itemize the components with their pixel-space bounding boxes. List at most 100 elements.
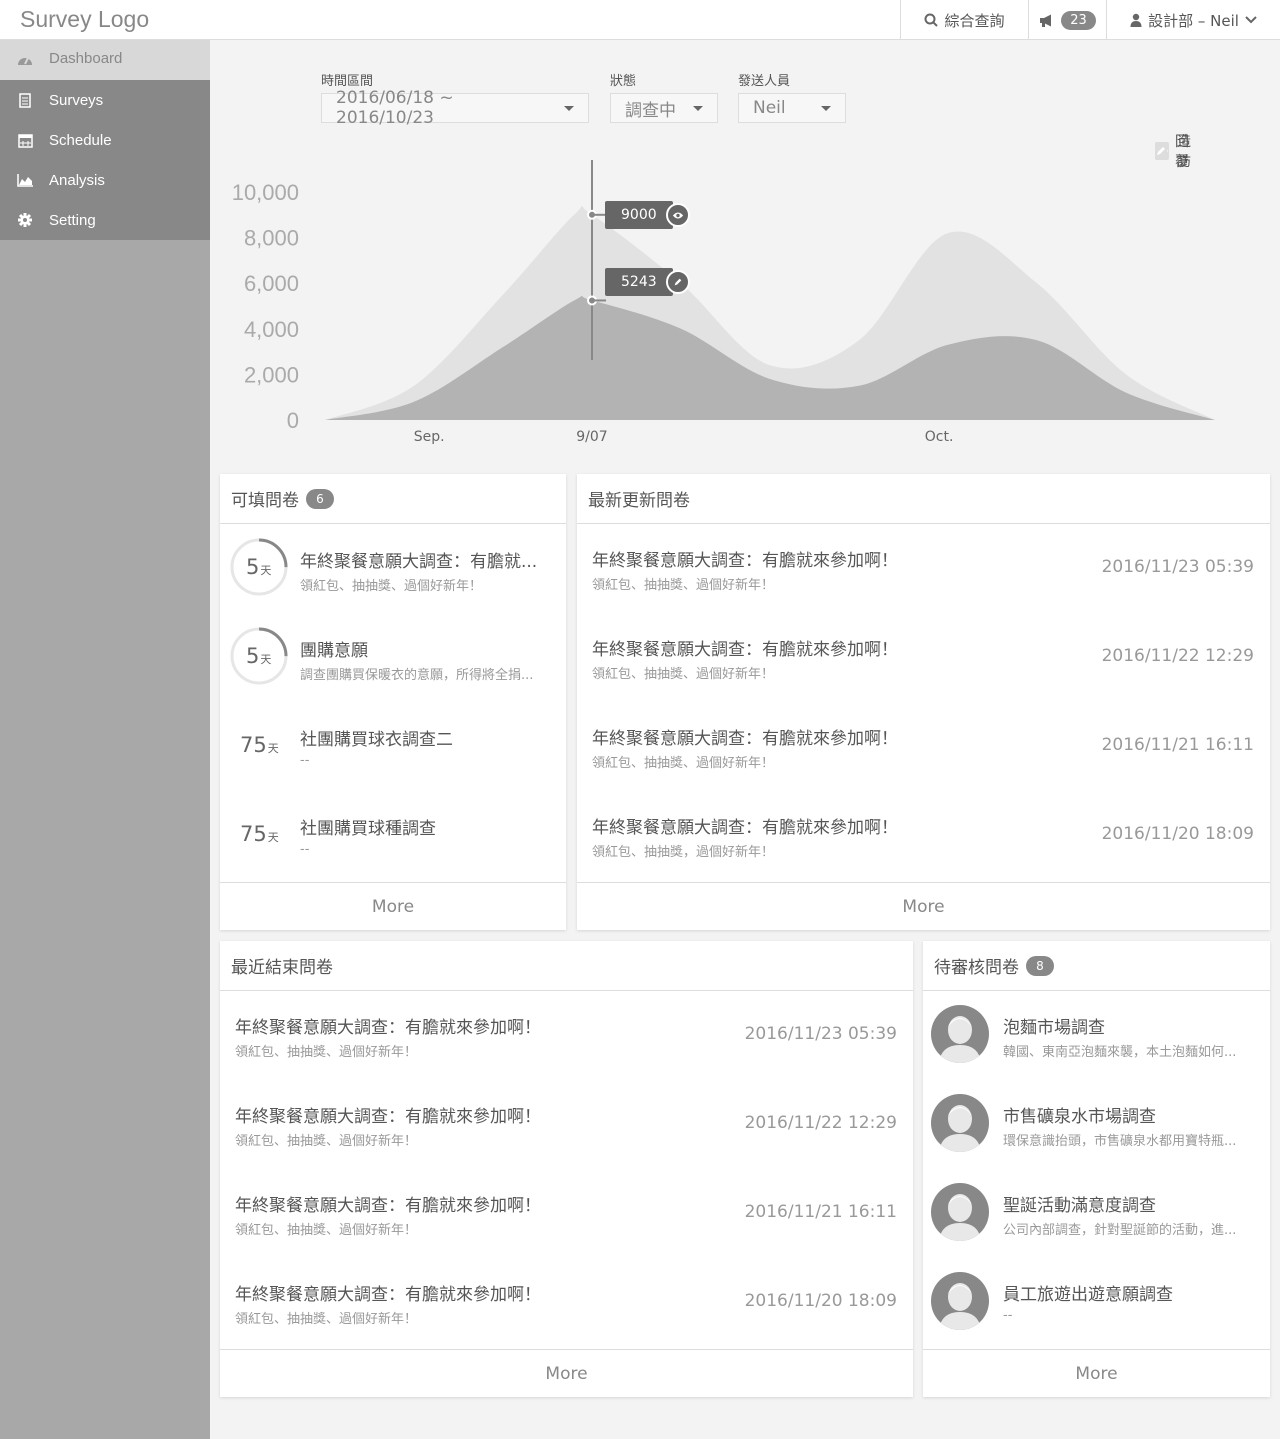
survey-description: 領紅包、抽抽獎、過個好新年！ [300, 579, 483, 594]
survey-description: 領紅包、抽抽獎、過個好新年！ [235, 1223, 418, 1238]
pending-review-card: 待審核問卷 8 泡麵市場調查 韓國、東南亞泡麵來襲，本土泡麵如何... 市售礦泉水市… [923, 941, 1270, 1397]
sidebar-item-schedule[interactable]: Schedule [0, 120, 210, 160]
more-button[interactable]: More [220, 882, 566, 930]
survey-list-item[interactable]: 市售礦泉水市場調查 環保意識抬頭，市售礦泉水都用寶特瓶... [923, 1080, 1270, 1169]
survey-title: 社團購買球衣調查二 [300, 730, 453, 750]
user-name: 設計部 – Neil [1148, 11, 1239, 30]
pencil-icon [666, 270, 690, 294]
survey-description: -- [300, 842, 310, 857]
calendar-icon [17, 132, 33, 148]
y-tick-label: 2,000 [244, 362, 299, 387]
survey-list-item[interactable]: 年終聚餐意願大調查：有膽就來參加啊！ 領紅包、抽抽獎、過個好新年！ 2016/11/… [577, 524, 1270, 613]
days-number: 5 [246, 644, 260, 668]
document-icon [17, 92, 33, 108]
avatar [931, 1272, 989, 1330]
notifications-button[interactable]: 23 [1028, 0, 1106, 40]
avatar [931, 1005, 989, 1063]
count-badge: 8 [1026, 955, 1054, 976]
survey-date: 2016/11/23 05:39 [744, 1024, 897, 1044]
survey-list-item[interactable]: 75 天 社團購買球衣調查二 -- [220, 702, 566, 791]
survey-description: 領紅包、抽抽獎、過個好新年！ [592, 756, 775, 771]
card-header: 可填問卷 6 [220, 474, 566, 524]
sidebar-item-setting[interactable]: Setting [0, 200, 210, 240]
user-icon [1130, 13, 1142, 27]
survey-date: 2016/11/20 18:09 [1101, 824, 1254, 844]
survey-list-item[interactable]: 員工旅遊出遊意願調查 -- [923, 1258, 1270, 1347]
user-menu[interactable]: 設計部 – Neil [1106, 0, 1280, 40]
survey-title: 年終聚餐意願大調查：有膽就來參加啊！ [592, 640, 898, 660]
survey-text: 年終聚餐意願大調查：有膽就來參加啊！ 領紅包、抽抽獎，過個好新年！ [592, 813, 1065, 860]
survey-description: -- [300, 753, 310, 768]
days-unit: 天 [260, 564, 272, 577]
days-number: 75 [240, 733, 267, 757]
survey-list-item[interactable]: 年終聚餐意願大調查：有膽就來參加啊！ 領紅包、抽抽獎、過個好新年！ 2016/11/… [577, 613, 1270, 702]
sender-select[interactable]: Neil [738, 93, 846, 123]
visits-tooltip: 9000 [605, 201, 673, 229]
survey-description: 領紅包、抽抽獎、過個好新年！ [235, 1045, 418, 1060]
status-value: 調查中 [625, 100, 676, 121]
sender-value: Neil [753, 98, 786, 118]
date-range-value: 2016/06/18 ~ 2016/10/23 [336, 88, 454, 128]
survey-list-item[interactable]: 年終聚餐意願大調查：有膽就來參加啊！ 領紅包、抽抽獎、過個好新年！ 2016/11/… [577, 702, 1270, 791]
sidebar-item-label: Surveys [49, 91, 104, 109]
survey-description: 環保意識抬頭，市售礦泉水都用寶特瓶... [1003, 1134, 1237, 1149]
x-tick-label: 9/07 [576, 429, 607, 445]
card-header: 待審核問卷 8 [923, 941, 1270, 991]
survey-list-item[interactable]: 年終聚餐意願大調查：有膽就來參加啊！ 領紅包、抽抽獎、過個好新年！ 2016/11/… [220, 1169, 913, 1258]
date-range-label: 時間區間 [321, 74, 374, 89]
status-select[interactable]: 調查中 [610, 93, 718, 123]
caret-down-icon [693, 105, 703, 111]
survey-list-item[interactable]: 聖誕活動滿意度調查 公司內部調查，針對聖誕節的活動，進... [923, 1169, 1270, 1258]
survey-list-item[interactable]: 年終聚餐意願大調查：有膽就來參加啊！ 領紅包、抽抽獎，過個好新年！ 2016/11/… [577, 791, 1270, 880]
sidebar-item-surveys[interactable]: Surveys [0, 80, 210, 120]
caret-down-icon [564, 105, 574, 111]
search-icon [924, 13, 939, 27]
y-tick-label: 10,000 [232, 180, 299, 205]
survey-text: 團購意願 調查團購買保暖衣的意願，所得將全捐... [300, 636, 552, 683]
survey-title: 員工旅遊出遊意願調查 [1003, 1285, 1173, 1305]
days-remaining: 75 天 [240, 733, 279, 757]
sidebar: Dashboard Surveys Schedule Analysis Sett… [0, 40, 210, 1439]
count-badge: 6 [306, 488, 334, 509]
sidebar-item-label: Setting [49, 211, 96, 229]
survey-text: 年終聚餐意願大調查：有膽就... 領紅包、抽抽獎、過個好新年！ [300, 547, 552, 594]
survey-text: 年終聚餐意願大調查：有膽就來參加啊！ 領紅包、抽抽獎、過個好新年！ [592, 635, 1065, 682]
survey-list-item[interactable]: 5 天 團購意願 調查團購買保暖衣的意願，所得將全捐... [220, 613, 566, 702]
survey-description: 領紅包、抽抽獎，過個好新年！ [592, 845, 775, 860]
survey-list-item[interactable]: 75 天 社團購買球種調查 -- [220, 791, 566, 880]
survey-list-item[interactable]: 年終聚餐意願大調查：有膽就來參加啊！ 領紅包、抽抽獎、過個好新年！ 2016/11/… [220, 991, 913, 1080]
survey-text: 員工旅遊出遊意願調查 -- [1003, 1280, 1255, 1323]
top-bar: Survey Logo 綜合查詢 23 設計部 – Neil [0, 0, 1280, 40]
survey-list-item[interactable]: 年終聚餐意願大調查：有膽就來參加啊！ 領紅包、抽抽獎、過個好新年！ 2016/11/… [220, 1258, 913, 1347]
chevron-down-icon [1245, 16, 1257, 24]
survey-text: 年終聚餐意願大調查：有膽就來參加啊！ 領紅包、抽抽獎、過個好新年！ [235, 1191, 708, 1238]
more-button[interactable]: More [923, 1349, 1270, 1397]
visits-tooltip-value: 9000 [621, 207, 657, 223]
more-button[interactable]: More [220, 1349, 913, 1397]
open-surveys-card: 可填問卷 6 5 天 年終聚餐意願大調查：有膽就... 領紅包、抽抽獎、過個好新年！ 5… [220, 474, 566, 930]
y-tick-label: 8,000 [244, 226, 299, 251]
dashboard-icon [17, 52, 33, 68]
days-unit: 天 [267, 742, 279, 755]
date-range-select[interactable]: 2016/06/18 ~ 2016/10/23 [321, 88, 589, 128]
survey-list-item[interactable]: 泡麵市場調查 韓國、東南亞泡麵來襲，本土泡麵如何... [923, 991, 1270, 1080]
card-title: 待審核問卷 [934, 958, 1019, 978]
sidebar-item-analysis[interactable]: Analysis [0, 160, 210, 200]
card-header: 最新更新問卷 [577, 474, 1270, 524]
more-button[interactable]: More [577, 882, 1270, 930]
survey-title: 年終聚餐意願大調查：有膽就來參加啊！ [592, 551, 898, 571]
survey-list-item[interactable]: 5 天 年終聚餐意願大調查：有膽就... 領紅包、抽抽獎、過個好新年！ [220, 524, 566, 613]
sidebar-item-label: Analysis [49, 171, 105, 189]
global-search-button[interactable]: 綜合查詢 [900, 0, 1028, 40]
megaphone-icon [1040, 14, 1052, 27]
eye-icon [666, 203, 690, 227]
latest-updated-card: 最新更新問卷 年終聚餐意願大調查：有膽就來參加啊！ 領紅包、抽抽獎、過個好新年！ 2… [577, 474, 1270, 930]
sidebar-item-dashboard[interactable]: Dashboard [0, 40, 210, 80]
caret-down-icon [821, 105, 831, 111]
visits-chart: 10,000 8,000 6,000 4,000 2,000 0 Sep. 9/07 Oct. [210, 130, 1280, 460]
survey-description: 領紅包、抽抽獎、過個好新年！ [235, 1312, 418, 1327]
app-logo[interactable]: Survey Logo [20, 6, 149, 33]
survey-text: 社團購買球種調查 -- [300, 814, 552, 857]
survey-list-item[interactable]: 年終聚餐意願大調查：有膽就來參加啊！ 領紅包、抽抽獎、過個好新年！ 2016/11/… [220, 1080, 913, 1169]
survey-title: 年終聚餐意願大調查：有膽就來參加啊！ [235, 1018, 541, 1038]
